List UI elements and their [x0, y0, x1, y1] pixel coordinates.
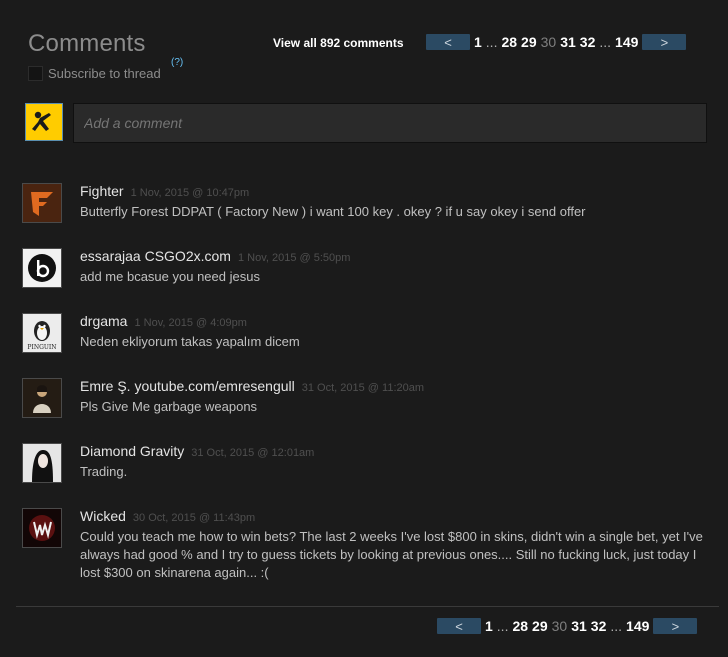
- add-comment-input[interactable]: [73, 103, 707, 143]
- comment-timestamp: 31 Oct, 2015 @ 12:01am: [191, 447, 315, 459]
- wicked-logo-icon: [23, 509, 61, 547]
- page-ellipsis: ...: [599, 34, 612, 50]
- page-link[interactable]: 28: [512, 618, 528, 634]
- comment-author[interactable]: Diamond Gravity: [80, 443, 184, 459]
- penguin-icon: PINGUIN: [23, 314, 61, 352]
- subscribe-help-link[interactable]: (?): [171, 57, 183, 68]
- page-ellipsis: ...: [610, 618, 623, 634]
- user-avatar[interactable]: [25, 103, 63, 141]
- comment-text: add me bcasue you need jesus: [80, 269, 260, 284]
- comment-timestamp: 1 Nov, 2015 @ 4:09pm: [134, 317, 247, 329]
- subscribe-toggle[interactable]: Subscribe to thread (?): [28, 57, 183, 81]
- current-page: 30: [540, 34, 557, 50]
- comment-author[interactable]: essarajaa CSGO2x.com: [80, 248, 231, 264]
- next-page-button[interactable]: >: [642, 34, 687, 50]
- page-link[interactable]: 29: [521, 34, 537, 50]
- comment-text: Butterfly Forest DDPAT ( Factory New ) i…: [80, 204, 586, 219]
- pagination-bottom: < 1 ... 28 29 30 31 32 ... 149 >: [437, 618, 698, 634]
- page-link[interactable]: 31: [571, 618, 587, 634]
- avatar[interactable]: [22, 443, 62, 483]
- page-link[interactable]: 32: [591, 618, 607, 634]
- prev-page-button[interactable]: <: [437, 618, 481, 634]
- avatar[interactable]: PINGUIN: [22, 313, 62, 353]
- view-all-comments-link[interactable]: View all 892 comments: [273, 36, 404, 50]
- page-ellipsis: ...: [485, 34, 498, 50]
- page-link[interactable]: 32: [580, 34, 596, 50]
- comment-text: Neden ekliyorum takas yapalım dicem: [80, 334, 300, 349]
- prev-page-button[interactable]: <: [426, 34, 470, 50]
- page-link[interactable]: 31: [560, 34, 576, 50]
- page-ellipsis: ...: [496, 618, 509, 634]
- avatar[interactable]: [22, 508, 62, 548]
- fighter-logo-icon: [23, 184, 61, 222]
- subscribe-label[interactable]: Subscribe to thread: [48, 66, 161, 81]
- avatar[interactable]: [22, 248, 62, 288]
- person-portrait-icon: [23, 379, 61, 417]
- comment-author[interactable]: Emre Ş. youtube.com/emresengull: [80, 378, 295, 394]
- comment-text: Trading.: [80, 464, 128, 479]
- person-portrait-icon: [23, 444, 61, 482]
- falling-figure-icon: [32, 111, 51, 131]
- comments-divider: [16, 606, 719, 607]
- avatar[interactable]: [22, 183, 62, 223]
- comment-author[interactable]: drgama: [80, 313, 127, 329]
- page-link[interactable]: 28: [501, 34, 517, 50]
- b-logo-icon: [23, 249, 61, 287]
- page-link[interactable]: 149: [626, 618, 649, 634]
- comment-author[interactable]: Wicked: [80, 508, 126, 524]
- page-link[interactable]: 149: [615, 34, 638, 50]
- comment-text: Pls Give Me garbage weapons: [80, 399, 258, 414]
- pagination-top: < 1 ... 28 29 30 31 32 ... 149 >: [426, 34, 687, 50]
- page-link[interactable]: 29: [532, 618, 548, 634]
- comment-timestamp: 31 Oct, 2015 @ 11:20am: [301, 382, 425, 394]
- pinguin-label: PINGUIN: [27, 344, 56, 351]
- comment-timestamp: 1 Nov, 2015 @ 5:50pm: [237, 252, 351, 264]
- comments-title: Comments: [28, 30, 146, 57]
- comment-timestamp: 1 Nov, 2015 @ 10:47pm: [130, 187, 250, 199]
- page-link[interactable]: 1: [474, 34, 482, 50]
- current-page: 30: [551, 618, 568, 634]
- comment-timestamp: 30 Oct, 2015 @ 11:43pm: [132, 512, 256, 524]
- subscribe-checkbox[interactable]: [28, 66, 43, 81]
- page-link[interactable]: 1: [485, 618, 493, 634]
- comment-author[interactable]: Fighter: [80, 183, 124, 199]
- next-page-button[interactable]: >: [653, 618, 698, 634]
- avatar[interactable]: [22, 378, 62, 418]
- comment-text: Could you teach me how to win bets? The …: [80, 529, 703, 580]
